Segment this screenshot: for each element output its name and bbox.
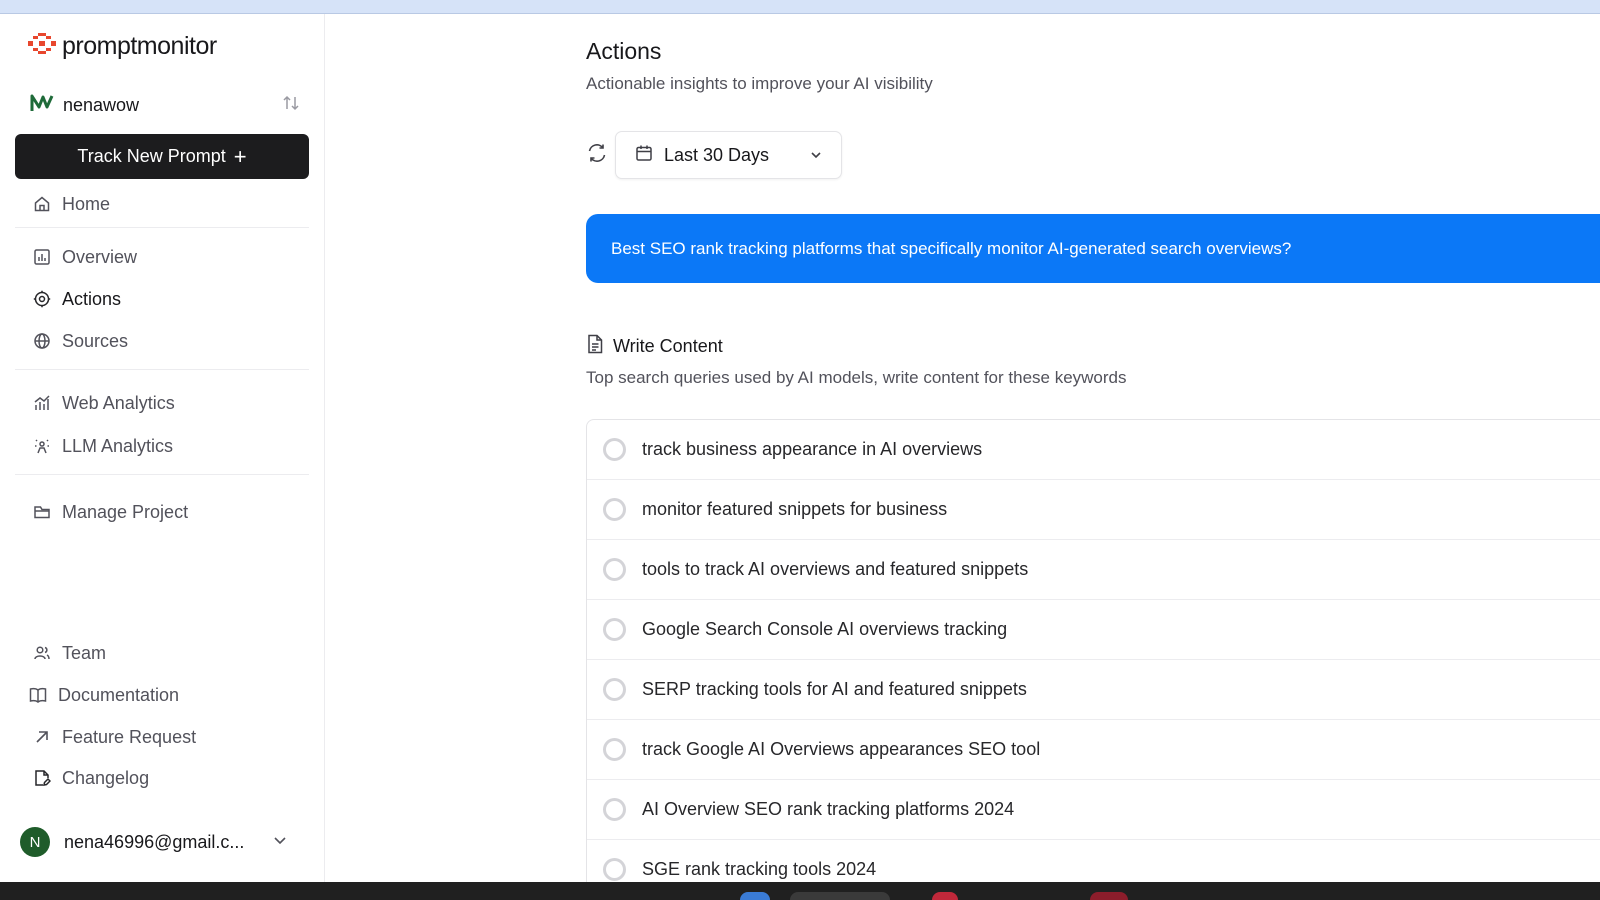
query-text: tools to track AI overviews and featured… xyxy=(642,559,1029,579)
query-radio[interactable] xyxy=(603,738,626,761)
prompt-text: Best SEO rank tracking platforms that sp… xyxy=(611,238,1292,258)
query-text: track business appearance in AI overview… xyxy=(642,439,983,459)
page-title: Actions xyxy=(586,38,662,64)
query-radio[interactable] xyxy=(603,678,626,701)
project-switcher[interactable]: nenawow xyxy=(30,90,300,120)
sidebar-item-label: Team xyxy=(62,642,107,663)
sidebar-item-home[interactable]: Home xyxy=(33,190,110,218)
sidebar-item-llm-analytics[interactable]: LLM Analytics xyxy=(33,432,173,460)
sidebar-item-label: Manage Project xyxy=(62,501,189,522)
refresh-icon[interactable] xyxy=(586,142,608,164)
sidebar-item-feature-request[interactable]: Feature Request xyxy=(33,723,196,751)
taskbar-app-icon[interactable] xyxy=(932,892,958,900)
taskbar-app-icon[interactable] xyxy=(790,892,890,900)
promptmonitor-logo-icon xyxy=(28,33,56,60)
query-text: monitor featured snippets for business xyxy=(642,499,948,519)
project-logo-icon xyxy=(30,93,54,118)
file-edit-icon xyxy=(33,769,51,787)
nav-divider xyxy=(15,227,309,228)
sidebar-item-label: Changelog xyxy=(62,767,150,788)
switch-arrows-icon[interactable] xyxy=(282,94,300,117)
query-radio[interactable] xyxy=(603,498,626,521)
section-header: Write Content xyxy=(586,334,723,359)
sidebar-item-overview[interactable]: Overview xyxy=(33,243,137,271)
project-name: nenawow xyxy=(63,94,140,115)
brand-logo[interactable]: promptmonitor xyxy=(28,32,217,61)
sidebar-item-label: LLM Analytics xyxy=(62,435,174,456)
actions-icon xyxy=(33,290,51,308)
chevron-down-icon xyxy=(809,148,823,167)
query-radio[interactable] xyxy=(603,798,626,821)
sidebar-item-label: Sources xyxy=(62,330,129,351)
query-radio[interactable] xyxy=(603,858,626,881)
page-subtitle: Actionable insights to improve your AI v… xyxy=(586,74,933,93)
brand-name: promptmonitor xyxy=(62,32,217,60)
sidebar-item-web-analytics[interactable]: Web Analytics xyxy=(33,389,175,417)
users-icon xyxy=(33,644,51,662)
browser-top-strip xyxy=(0,0,1600,14)
query-radio[interactable] xyxy=(603,618,626,641)
bar-chart-icon xyxy=(33,248,51,266)
sidebar-item-label: Web Analytics xyxy=(62,392,175,413)
sidebar-item-manage-project[interactable]: Manage Project xyxy=(33,498,188,526)
os-taskbar xyxy=(0,882,1600,900)
query-text: Google Search Console AI overviews track… xyxy=(642,619,1008,639)
home-icon xyxy=(33,195,51,213)
query-text: track Google AI Overviews appearances SE… xyxy=(642,739,1041,759)
sidebar: promptmonitor nenawow Track New Prompt +… xyxy=(0,14,325,882)
taskbar-app-icon[interactable] xyxy=(1090,892,1128,900)
list-item[interactable]: tools to track AI overviews and featured… xyxy=(587,540,1600,600)
list-item[interactable]: track business appearance in AI overview… xyxy=(587,420,1600,480)
sidebar-item-actions[interactable]: Actions xyxy=(33,285,121,313)
query-text: AI Overview SEO rank tracking platforms … xyxy=(642,799,1015,819)
sidebar-item-label: Overview xyxy=(62,246,138,267)
sidebar-item-label: Feature Request xyxy=(62,726,197,747)
sidebar-item-label: Home xyxy=(62,193,111,214)
query-list: track business appearance in AI overview… xyxy=(586,419,1600,882)
document-icon xyxy=(586,334,604,359)
query-radio[interactable] xyxy=(603,558,626,581)
calendar-icon xyxy=(635,144,653,167)
folder-icon xyxy=(33,503,51,521)
sidebar-item-label: Actions xyxy=(62,288,122,309)
user-menu[interactable]: N nena46996@gmail.c... xyxy=(20,826,300,858)
taskbar-app-icon[interactable] xyxy=(740,892,770,900)
track-new-prompt-label: Track New Prompt xyxy=(77,146,226,166)
main-content: Actions Actionable insights to improve y… xyxy=(326,14,1600,882)
globe-icon xyxy=(33,332,51,350)
sidebar-item-sources[interactable]: Sources xyxy=(33,327,128,355)
sidebar-item-changelog[interactable]: Changelog xyxy=(33,764,149,792)
list-item[interactable]: monitor featured snippets for business xyxy=(587,480,1600,540)
sparkle-person-icon xyxy=(33,437,51,455)
nav-divider xyxy=(15,474,309,475)
track-new-prompt-button[interactable]: Track New Prompt + xyxy=(15,134,309,179)
section-title: Write Content xyxy=(613,336,723,356)
chevron-down-icon[interactable] xyxy=(272,832,288,853)
analytics-icon xyxy=(33,394,51,412)
list-item[interactable]: Google Search Console AI overviews track… xyxy=(587,600,1600,660)
list-item[interactable]: track Google AI Overviews appearances SE… xyxy=(587,720,1600,780)
sidebar-item-documentation[interactable]: Documentation xyxy=(29,681,179,709)
list-item[interactable]: AI Overview SEO rank tracking platforms … xyxy=(587,780,1600,840)
arrow-up-right-icon xyxy=(33,728,51,746)
query-text: SGE rank tracking tools 2024 xyxy=(642,859,877,879)
date-range-select[interactable]: Last 30 Days xyxy=(615,131,842,179)
query-radio[interactable] xyxy=(603,438,626,461)
nav-divider xyxy=(15,369,309,370)
sidebar-item-label: Documentation xyxy=(58,684,180,705)
list-item[interactable]: SERP tracking tools for AI and featured … xyxy=(587,660,1600,720)
plus-icon: + xyxy=(233,143,247,169)
list-item[interactable]: SGE rank tracking tools 2024 xyxy=(587,840,1600,882)
query-text: SERP tracking tools for AI and featured … xyxy=(642,679,1027,699)
sidebar-item-team[interactable]: Team xyxy=(33,639,106,667)
prompt-banner[interactable]: Best SEO rank tracking platforms that sp… xyxy=(586,214,1600,283)
section-description: Top search queries used by AI models, wr… xyxy=(586,368,1127,387)
user-email: nena46996@gmail.c... xyxy=(64,831,245,852)
date-range-label: Last 30 Days xyxy=(664,144,770,165)
book-icon xyxy=(29,686,47,704)
avatar: N xyxy=(20,827,50,857)
